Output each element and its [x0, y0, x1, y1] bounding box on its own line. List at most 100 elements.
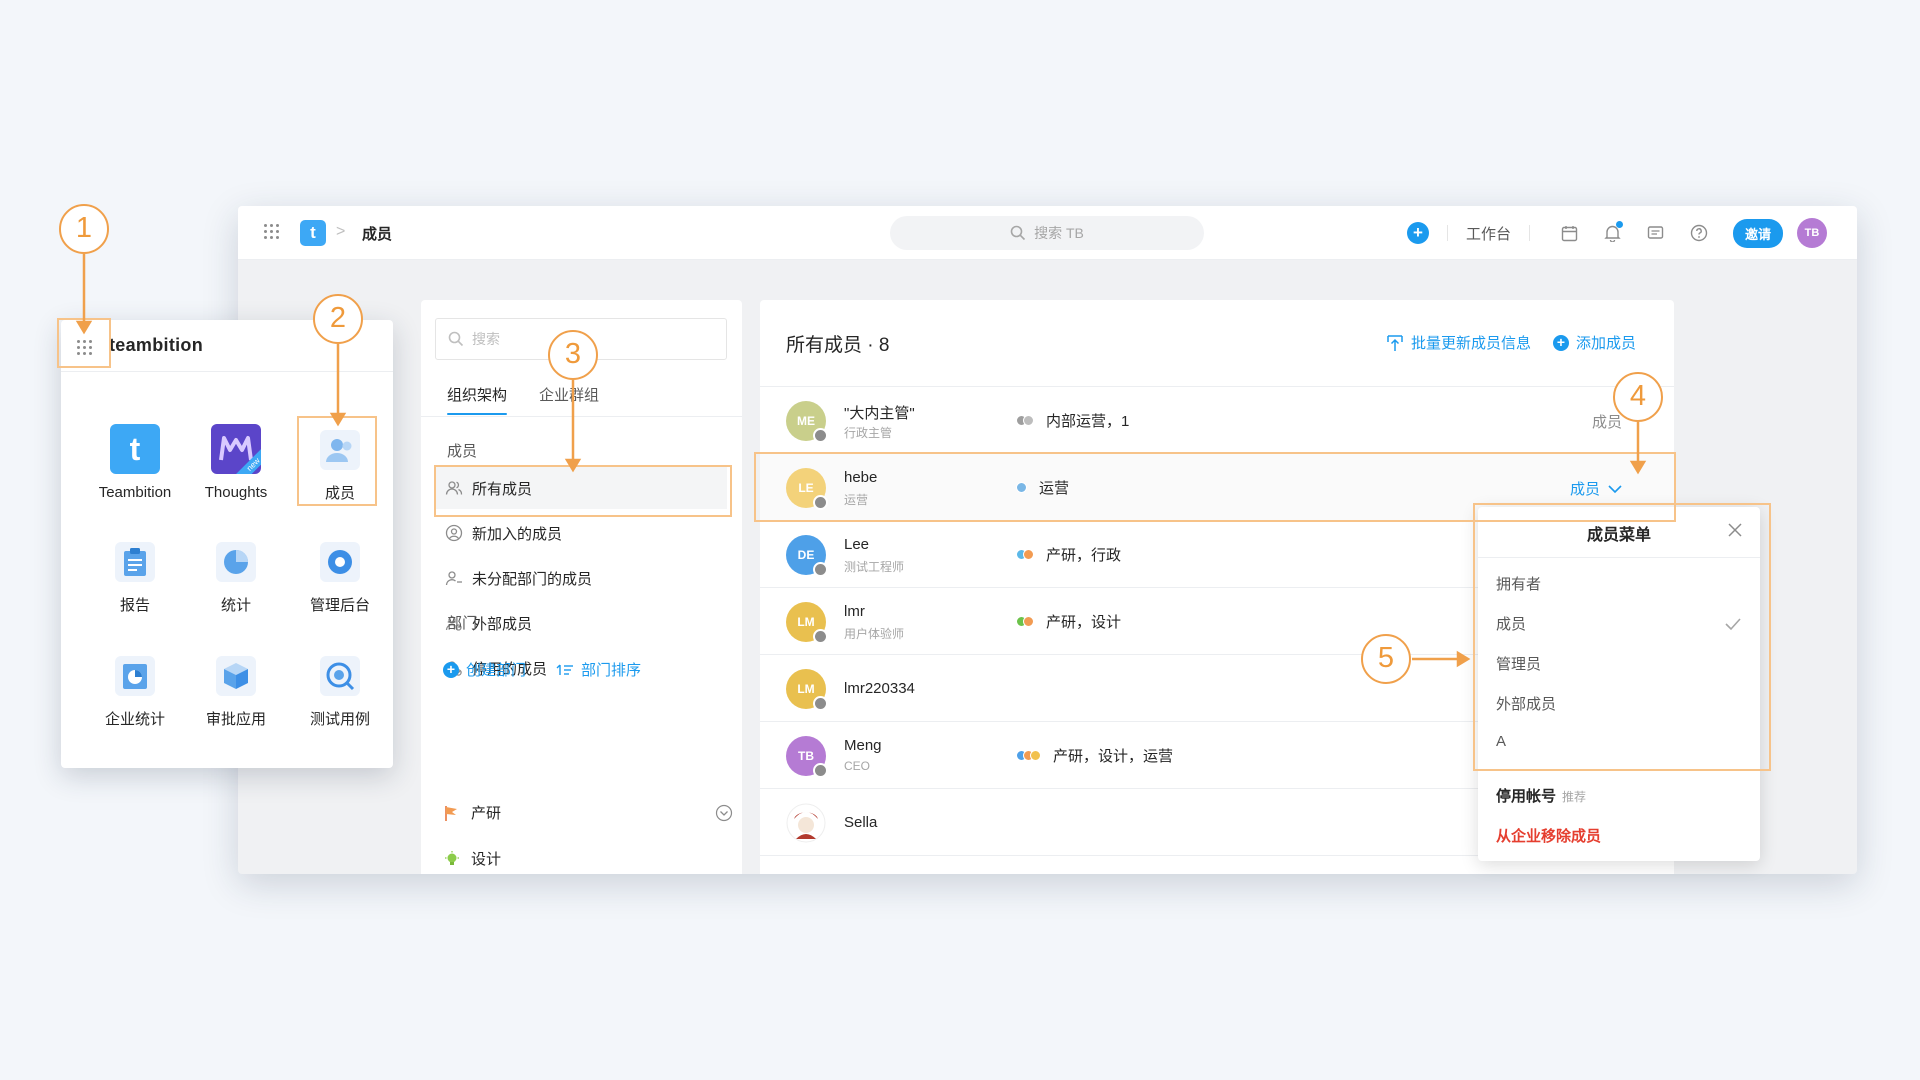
- org-item-new-members[interactable]: 新加入的成员: [435, 512, 727, 554]
- member-avatar: ME: [786, 401, 828, 443]
- app-label: 测试用例: [309, 711, 370, 728]
- highlight-member-menu: [1473, 503, 1771, 771]
- disable-account-button[interactable]: 停用帐号 推荐: [1496, 785, 1586, 806]
- member-departments: 产研，行政: [1016, 544, 1121, 565]
- upload-icon: [1387, 334, 1403, 351]
- member-avatar: LM: [786, 602, 828, 644]
- app-label: 管理后台: [309, 597, 370, 614]
- member-name: Sella: [844, 814, 878, 831]
- dept-actions: + 创建部门 部门排序: [443, 659, 641, 680]
- org-item-unassigned-members[interactable]: 未分配部门的成员: [435, 557, 727, 599]
- member-panel-actions: 批量更新成员信息 + 添加成员: [1386, 332, 1636, 353]
- sort-dept-button[interactable]: 部门排序: [556, 659, 641, 680]
- app-admin-console[interactable]: 管理后台: [290, 542, 390, 615]
- callout-1: 1: [59, 204, 109, 254]
- help-icon[interactable]: [1690, 224, 1708, 242]
- member-avatar: LM: [786, 669, 828, 711]
- avatar-initials: TB: [798, 749, 814, 763]
- flag-icon: [445, 805, 457, 821]
- member-title: 测试工程师: [844, 560, 905, 574]
- sort-icon: [556, 664, 574, 675]
- top-bar-actions: + 工作台 邀请 TB: [1406, 206, 1827, 260]
- remove-member-button[interactable]: 从企业移除成员: [1496, 825, 1601, 846]
- global-search[interactable]: 搜索 TB: [890, 216, 1204, 250]
- org-item-external-members[interactable]: 外部成员: [435, 602, 727, 644]
- org-item-label: 未分配部门的成员: [472, 570, 593, 588]
- top-bar: t > 成员 搜索 TB + 工作台 邀请 TB: [238, 206, 1857, 260]
- dept-color-dots: [1016, 415, 1034, 426]
- bell-icon[interactable]: [1604, 221, 1623, 242]
- highlight-all-members: [434, 465, 732, 517]
- status-badge: [813, 629, 828, 644]
- bulb-icon: [445, 850, 459, 865]
- app-label: 统计: [220, 597, 251, 614]
- teambition-logo-icon[interactable]: t: [300, 220, 326, 246]
- plus-circle-icon: +: [443, 661, 459, 678]
- member-name: lmr: [844, 603, 865, 620]
- report-icon: [115, 542, 155, 582]
- disable-account-label: 停用帐号: [1496, 788, 1557, 805]
- message-icon[interactable]: [1647, 225, 1664, 242]
- avatar-initials: LM: [797, 615, 815, 629]
- enterprise-stats-icon: [115, 656, 155, 696]
- add-button[interactable]: +: [1406, 222, 1429, 244]
- member-avatar: DE: [786, 535, 828, 577]
- highlight-members-app: [297, 416, 377, 506]
- app-grid-icon[interactable]: [264, 224, 279, 239]
- create-dept-button[interactable]: + 创建部门: [443, 659, 526, 680]
- user-question-icon: [445, 571, 462, 586]
- tab-org-structure[interactable]: 组织架构: [447, 384, 508, 415]
- app-enterprise-stats[interactable]: 企业统计: [85, 656, 185, 729]
- invite-button[interactable]: 邀请: [1732, 218, 1783, 248]
- chevron-down-icon[interactable]: [715, 804, 733, 822]
- add-member-button[interactable]: + 添加成员: [1552, 332, 1636, 353]
- dept-item-design[interactable]: 设计: [443, 848, 733, 869]
- user-avatar[interactable]: TB: [1797, 218, 1827, 248]
- calendar-icon[interactable]: [1561, 225, 1578, 242]
- org-item-label: 新加入的成员: [472, 525, 563, 543]
- app-approval[interactable]: 审批应用: [186, 656, 286, 729]
- tab-enterprise-groups[interactable]: 企业群组: [539, 384, 599, 415]
- dept-item-rnd[interactable]: 产研: [443, 802, 733, 823]
- app-label: 企业统计: [104, 711, 165, 728]
- dept-text: 产研，行政: [1046, 547, 1122, 564]
- member-name: lmr220334: [844, 680, 915, 697]
- app-statistics[interactable]: 统计: [186, 542, 286, 615]
- app-label: Teambition: [98, 484, 172, 501]
- add-member-label: 添加成员: [1575, 335, 1636, 352]
- app-reports[interactable]: 报告: [85, 542, 185, 615]
- highlight-app-grid: [57, 318, 111, 368]
- plus-circle-icon: +: [1552, 334, 1569, 351]
- app-label: 审批应用: [205, 711, 266, 728]
- app-test-cases[interactable]: 测试用例: [290, 656, 390, 729]
- workbench-link[interactable]: 工作台: [1466, 223, 1511, 244]
- member-row[interactable]: ME "大内主管" 行政主管 内部运营，1 成员: [760, 387, 1674, 454]
- app-launcher: teambition t Teambition new Thoughts 成员 …: [61, 320, 393, 768]
- dept-color-dots: [1016, 616, 1034, 627]
- member-title: CEO: [844, 759, 871, 773]
- recommend-hint: 推荐: [1562, 790, 1587, 804]
- batch-update-button[interactable]: 批量更新成员信息: [1386, 332, 1531, 353]
- status-badge: [813, 696, 828, 711]
- settings-ring-icon: [320, 542, 360, 582]
- user-circle-icon: [445, 524, 463, 542]
- member-role-dropdown[interactable]: 成员: [1592, 411, 1622, 432]
- member-departments: 内部运营，1: [1016, 410, 1129, 431]
- callout-3: 3: [548, 330, 598, 380]
- dept-label: 设计: [471, 851, 502, 868]
- page-title: 成员: [362, 226, 393, 243]
- org-item-label: 外部成员: [472, 615, 533, 633]
- callout-4: 4: [1613, 372, 1663, 422]
- sort-dept-label: 部门排序: [581, 662, 642, 679]
- app-label: Thoughts: [204, 484, 268, 501]
- divider: [1446, 225, 1448, 241]
- member-title: 行政主管: [844, 426, 893, 440]
- batch-update-label: 批量更新成员信息: [1410, 335, 1531, 352]
- avatar-initials: DE: [797, 548, 815, 562]
- app-thoughts[interactable]: new Thoughts: [186, 424, 286, 501]
- members-section-label: 成员: [447, 443, 478, 460]
- org-panel: 搜索 组织架构 企业群组 成员 所有成员 新加入的成员 未分配部门的成员 外部成…: [421, 300, 742, 874]
- app-teambition[interactable]: t Teambition: [85, 424, 185, 501]
- dept-section-label: 部门: [447, 615, 478, 632]
- member-avatar: [786, 803, 826, 843]
